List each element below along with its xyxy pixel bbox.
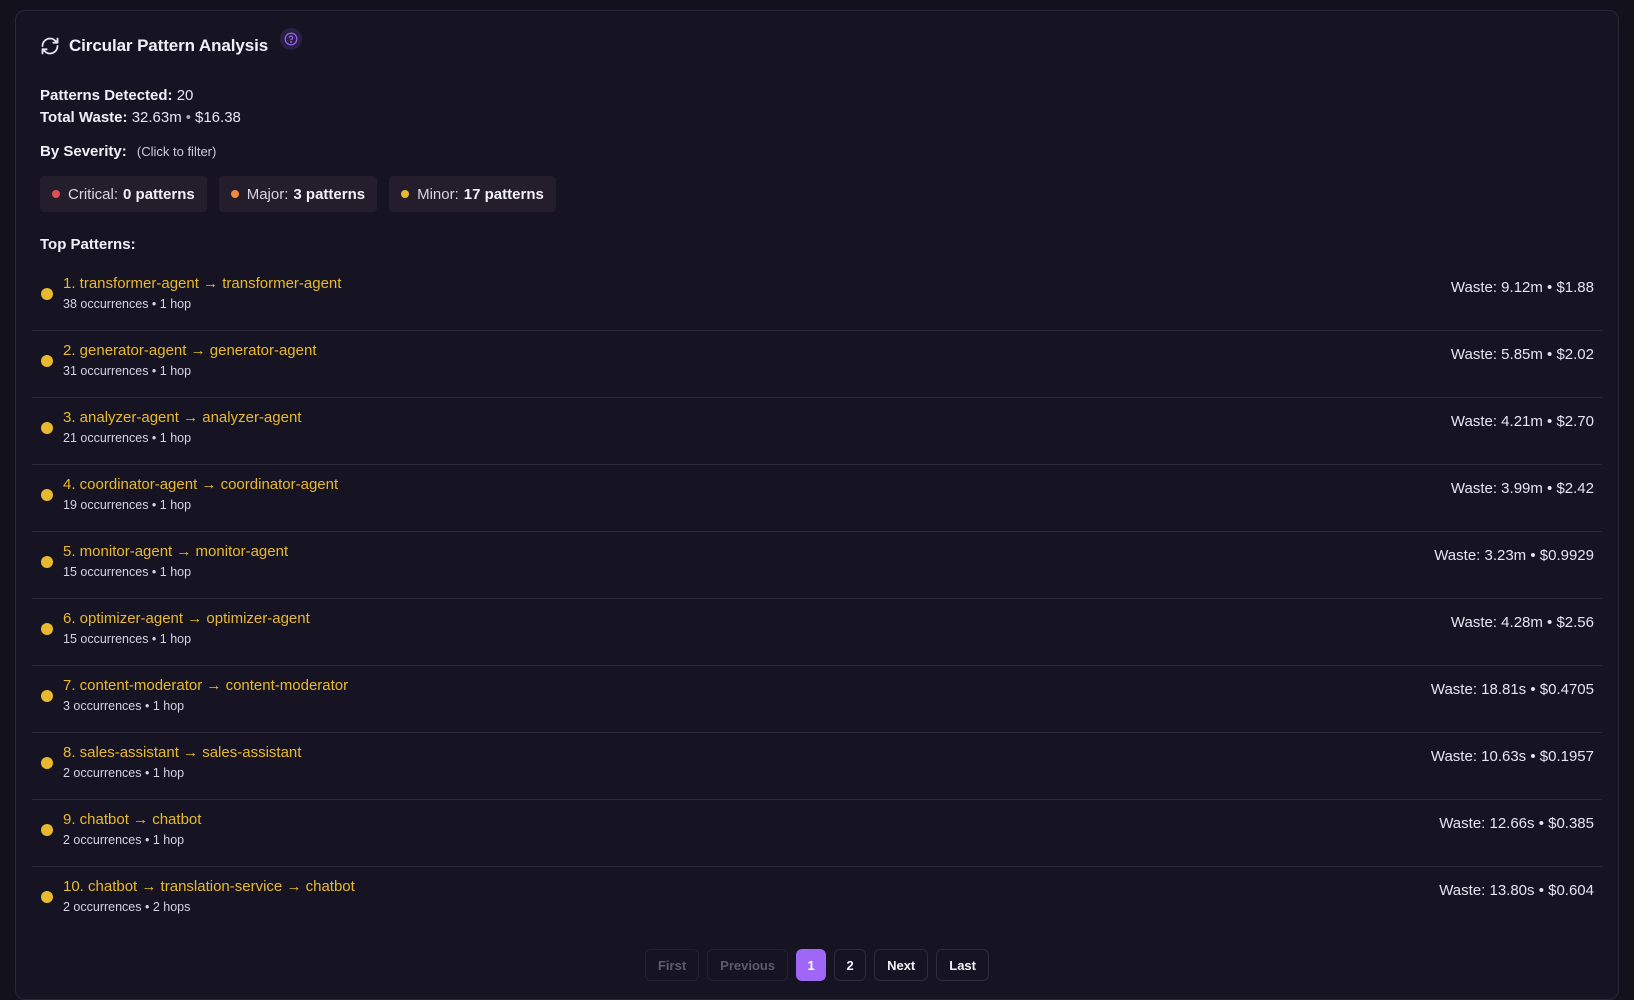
patterns-detected-value: 20 [176, 87, 194, 104]
pattern-waste: Waste: 3.23m • $0.9929 [1434, 547, 1594, 564]
pattern-row[interactable]: 5. monitor-agent → monitor-agent 15 occu… [32, 532, 1602, 599]
chip-count: 3 patterns [293, 185, 366, 203]
separator: • [185, 109, 191, 126]
pattern-row[interactable]: 2. generator-agent → generator-agent 31 … [32, 331, 1602, 398]
major-dot-icon [230, 190, 239, 198]
next-page-button[interactable]: Next [874, 949, 929, 981]
severity-heading: By Severity: (Click to filter) [40, 143, 216, 160]
pattern-waste: Waste: 5.85m • $2.02 [1450, 346, 1594, 363]
pattern-meta: 2 occurrences • 1 hop [63, 833, 185, 847]
pattern-title: 1. transformer-agent → transformer-agent [63, 275, 342, 292]
pattern-waste: Waste: 13.80s • $0.604 [1439, 882, 1594, 899]
pattern-meta: 2 occurrences • 2 hops [63, 900, 191, 914]
severity-dot-icon [41, 288, 53, 300]
pattern-meta: 3 occurrences • 1 hop [63, 699, 185, 713]
pattern-meta: 15 occurrences • 1 hop [63, 565, 192, 579]
pattern-title: 5. monitor-agent → monitor-agent [63, 543, 289, 560]
patterns-detected-line: Patterns Detected: 20 [40, 85, 241, 107]
summary-stats: Patterns Detected: 20 Total Waste: 32.63… [40, 85, 241, 129]
severity-dot-icon [41, 690, 53, 702]
severity-dot-icon [41, 556, 53, 568]
severity-dot-icon [41, 891, 53, 903]
refresh-icon[interactable] [40, 36, 60, 56]
total-waste-line: Total Waste: 32.63m • $16.38 [40, 107, 241, 129]
chip-label: Major: [246, 185, 289, 203]
pattern-row[interactable]: 1. transformer-agent → transformer-agent… [32, 264, 1602, 331]
pattern-title: 4. coordinator-agent → coordinator-agent [63, 476, 339, 493]
total-waste-time: 32.63m [131, 109, 182, 126]
pattern-meta: 31 occurrences • 1 hop [63, 364, 192, 378]
pattern-waste: Waste: 18.81s • $0.4705 [1430, 681, 1594, 698]
pattern-title: 2. generator-agent → generator-agent [63, 342, 317, 359]
pattern-row[interactable]: 8. sales-assistant → sales-assistant 2 o… [32, 733, 1602, 800]
pattern-row[interactable]: 4. coordinator-agent → coordinator-agent… [32, 465, 1602, 532]
pattern-meta: 21 occurrences • 1 hop [63, 431, 192, 445]
severity-dot-icon [41, 489, 53, 501]
minor-dot-icon [401, 190, 410, 198]
pattern-waste: Waste: 9.12m • $1.88 [1450, 279, 1594, 296]
severity-chip-minor[interactable]: Minor: 17 patterns [389, 176, 556, 212]
chip-count: 17 patterns [463, 185, 544, 203]
severity-hint: (Click to filter) [136, 144, 217, 159]
panel-header: Circular Pattern Analysis [40, 28, 303, 56]
pattern-title: 8. sales-assistant → sales-assistant [63, 744, 302, 761]
total-waste-cost: $16.38 [195, 109, 241, 126]
previous-page-button[interactable]: Previous [707, 949, 789, 981]
pattern-waste: Waste: 4.28m • $2.56 [1450, 614, 1594, 631]
pattern-waste: Waste: 12.66s • $0.385 [1439, 815, 1594, 832]
severity-chip-major[interactable]: Major: 3 patterns [218, 176, 378, 212]
pattern-meta: 2 occurrences • 1 hop [63, 766, 185, 780]
page-2-button[interactable]: 2 [834, 949, 867, 981]
help-circle-icon[interactable] [280, 28, 303, 50]
pagination: First Previous 1 2 Next Last [16, 949, 1618, 981]
circular-pattern-panel: Circular Pattern Analysis Patterns Detec… [15, 10, 1619, 1000]
severity-chip-critical[interactable]: Critical: 0 patterns [40, 176, 207, 212]
severity-dot-icon [41, 422, 53, 434]
critical-dot-icon [52, 190, 60, 198]
chip-label: Minor: [417, 185, 459, 203]
patterns-detected-label: Patterns Detected: [40, 87, 173, 104]
severity-label: By Severity: [40, 143, 127, 160]
pattern-row[interactable]: 7. content-moderator → content-moderator… [32, 666, 1602, 733]
severity-filters: Critical: 0 patterns Major: 3 patterns M… [40, 176, 556, 212]
pattern-waste: Waste: 4.21m • $2.70 [1450, 413, 1594, 430]
chip-label: Critical: [68, 185, 119, 203]
pattern-row[interactable]: 6. optimizer-agent → optimizer-agent 15 … [32, 599, 1602, 666]
pattern-title: 3. analyzer-agent → analyzer-agent [63, 409, 302, 426]
severity-dot-icon [41, 757, 53, 769]
severity-dot-icon [41, 355, 53, 367]
last-page-button[interactable]: Last [936, 949, 989, 981]
pattern-list: 1. transformer-agent → transformer-agent… [32, 264, 1602, 934]
chip-count: 0 patterns [123, 185, 195, 203]
pattern-title: 9. chatbot → chatbot [63, 811, 202, 828]
pattern-waste: Waste: 10.63s • $0.1957 [1430, 748, 1594, 765]
pattern-meta: 19 occurrences • 1 hop [63, 498, 192, 512]
pattern-title: 10. chatbot → translation-service → chat… [63, 878, 355, 895]
pattern-row[interactable]: 9. chatbot → chatbot 2 occurrences • 1 h… [32, 800, 1602, 867]
pattern-title: 6. optimizer-agent → optimizer-agent [63, 610, 310, 627]
first-page-button[interactable]: First [644, 949, 700, 981]
page-1-button[interactable]: 1 [796, 949, 827, 981]
pattern-meta: 38 occurrences • 1 hop [63, 297, 192, 311]
severity-dot-icon [41, 824, 53, 836]
pattern-waste: Waste: 3.99m • $2.42 [1450, 480, 1594, 497]
pattern-row[interactable]: 10. chatbot → translation-service → chat… [32, 867, 1602, 934]
severity-dot-icon [41, 623, 53, 635]
panel-title: Circular Pattern Analysis [69, 36, 269, 55]
pattern-row[interactable]: 3. analyzer-agent → analyzer-agent 21 oc… [32, 398, 1602, 465]
top-patterns-heading: Top Patterns: [40, 236, 136, 253]
pattern-meta: 15 occurrences • 1 hop [63, 632, 192, 646]
total-waste-label: Total Waste: [40, 109, 128, 126]
pattern-title: 7. content-moderator → content-moderator [63, 677, 349, 694]
